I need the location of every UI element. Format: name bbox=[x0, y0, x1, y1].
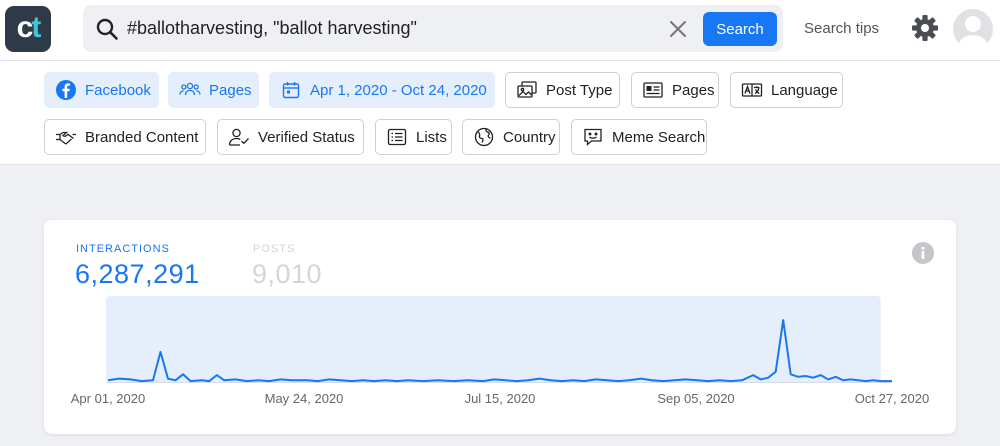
filter-verified-status[interactable]: Verified Status bbox=[217, 119, 364, 155]
images-icon bbox=[517, 81, 537, 98]
filter-platform-facebook[interactable]: Facebook bbox=[44, 72, 159, 108]
filter-label: Facebook bbox=[85, 81, 151, 99]
x-tick-label: Apr 01, 2020 bbox=[71, 391, 145, 406]
filter-label: Lists bbox=[416, 128, 447, 146]
calendar-icon bbox=[282, 82, 300, 99]
language-icon bbox=[741, 83, 763, 97]
top-bar: ct Search Search tips bbox=[0, 0, 1000, 61]
search-icon bbox=[96, 18, 118, 40]
x-tick-label: May 24, 2020 bbox=[265, 391, 344, 406]
filter-lists[interactable]: Lists bbox=[375, 119, 452, 155]
list-icon bbox=[387, 128, 407, 146]
filter-pages[interactable]: Pages bbox=[631, 72, 719, 108]
search-tips-link[interactable]: Search tips bbox=[804, 20, 879, 37]
x-tick-label: Oct 27, 2020 bbox=[855, 391, 929, 406]
gear-icon[interactable] bbox=[911, 14, 939, 42]
filter-label: Pages bbox=[672, 81, 715, 99]
filter-label: Apr 1, 2020 - Oct 24, 2020 bbox=[310, 81, 487, 99]
filter-label: Country bbox=[503, 128, 556, 146]
avatar[interactable] bbox=[953, 9, 993, 49]
filter-label: Verified Status bbox=[258, 128, 355, 146]
x-tick-label: Sep 05, 2020 bbox=[657, 391, 734, 406]
filter-label: Branded Content bbox=[85, 128, 199, 146]
filter-post-type[interactable]: Post Type bbox=[505, 72, 620, 108]
selected-range[interactable] bbox=[106, 296, 881, 383]
interactions-card: INTERACTIONS 6,287,291 POSTS 9,010 Apr 0… bbox=[44, 220, 956, 434]
filter-country[interactable]: Country bbox=[462, 119, 560, 155]
x-tick-label: Jul 15, 2020 bbox=[465, 391, 536, 406]
crowdtangle-logo[interactable]: ct bbox=[5, 6, 51, 52]
filter-meme-search[interactable]: Meme Search bbox=[571, 119, 707, 155]
filter-branded-content[interactable]: Branded Content bbox=[44, 119, 206, 155]
filter-language[interactable]: Language bbox=[730, 72, 843, 108]
filter-label: Pages bbox=[209, 81, 252, 99]
page-icon bbox=[643, 82, 663, 98]
globe-icon bbox=[474, 127, 494, 147]
search-box: Search bbox=[83, 5, 783, 52]
people-icon bbox=[179, 82, 201, 96]
close-icon[interactable] bbox=[667, 18, 689, 40]
filter-label: Meme Search bbox=[612, 128, 706, 146]
user-check-icon bbox=[228, 128, 249, 146]
filter-bar: Facebook Pages Apr 1, 2020 - Oct 24, 202… bbox=[0, 61, 1000, 165]
filter-date-range[interactable]: Apr 1, 2020 - Oct 24, 2020 bbox=[269, 72, 495, 108]
facebook-icon bbox=[56, 80, 76, 100]
filter-label: Post Type bbox=[546, 81, 613, 99]
search-input[interactable] bbox=[127, 5, 687, 52]
search-button[interactable]: Search bbox=[703, 12, 777, 46]
meme-icon bbox=[584, 128, 602, 146]
handshake-icon bbox=[56, 131, 76, 145]
filter-pages-type[interactable]: Pages bbox=[168, 72, 259, 108]
interactions-chart: Apr 01, 2020 May 24, 2020 Jul 15, 2020 Sep … bbox=[71, 296, 929, 406]
filter-label: Language bbox=[771, 81, 838, 99]
